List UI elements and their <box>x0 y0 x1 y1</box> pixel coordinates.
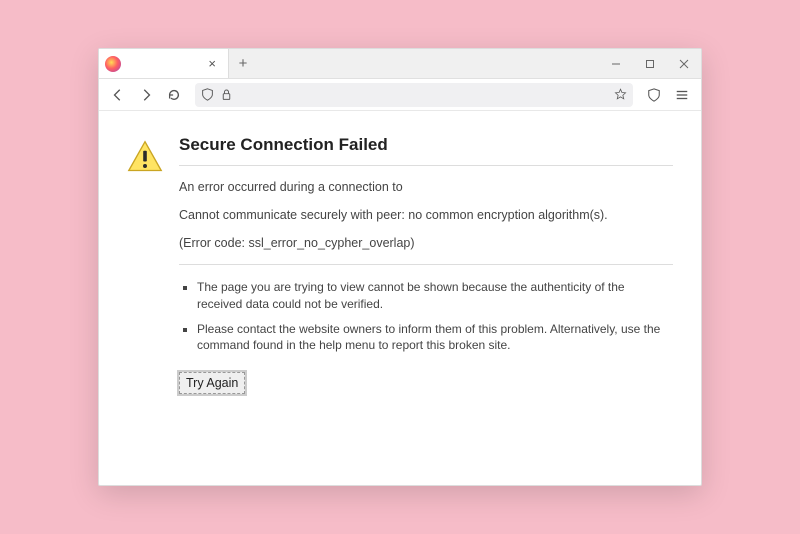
browser-window: × + <box>98 48 702 486</box>
window-controls <box>599 49 701 78</box>
minimize-button[interactable] <box>599 49 633 78</box>
menu-button[interactable] <box>669 82 695 108</box>
lock-icon <box>220 88 233 101</box>
forward-button[interactable] <box>133 82 159 108</box>
error-connection-line: An error occurred during a connection to <box>179 180 673 194</box>
back-button[interactable] <box>105 82 131 108</box>
error-bullet-list: The page you are trying to view cannot b… <box>179 279 673 354</box>
error-code: (Error code: ssl_error_no_cypher_overlap… <box>179 236 673 265</box>
tab-close-button[interactable]: × <box>204 56 220 71</box>
titlebar: × + <box>99 49 701 79</box>
try-again-button[interactable]: Try Again <box>179 372 245 394</box>
list-item: Please contact the website owners to inf… <box>197 321 673 355</box>
firefox-icon <box>105 56 121 72</box>
warning-icon <box>127 139 163 465</box>
list-item: The page you are trying to view cannot b… <box>197 279 673 313</box>
bookmark-star-icon[interactable] <box>614 88 627 101</box>
page-content: Secure Connection Failed An error occurr… <box>99 111 701 485</box>
close-window-button[interactable] <box>667 49 701 78</box>
toolbar <box>99 79 701 111</box>
pocket-icon[interactable] <box>641 82 667 108</box>
shield-icon <box>201 88 214 101</box>
error-detail-line: Cannot communicate securely with peer: n… <box>179 208 673 222</box>
browser-tab[interactable]: × <box>99 49 229 78</box>
maximize-button[interactable] <box>633 49 667 78</box>
error-title: Secure Connection Failed <box>179 135 673 166</box>
new-tab-button[interactable]: + <box>229 49 257 78</box>
reload-button[interactable] <box>161 82 187 108</box>
url-bar[interactable] <box>195 83 633 107</box>
error-body: Secure Connection Failed An error occurr… <box>179 135 673 465</box>
